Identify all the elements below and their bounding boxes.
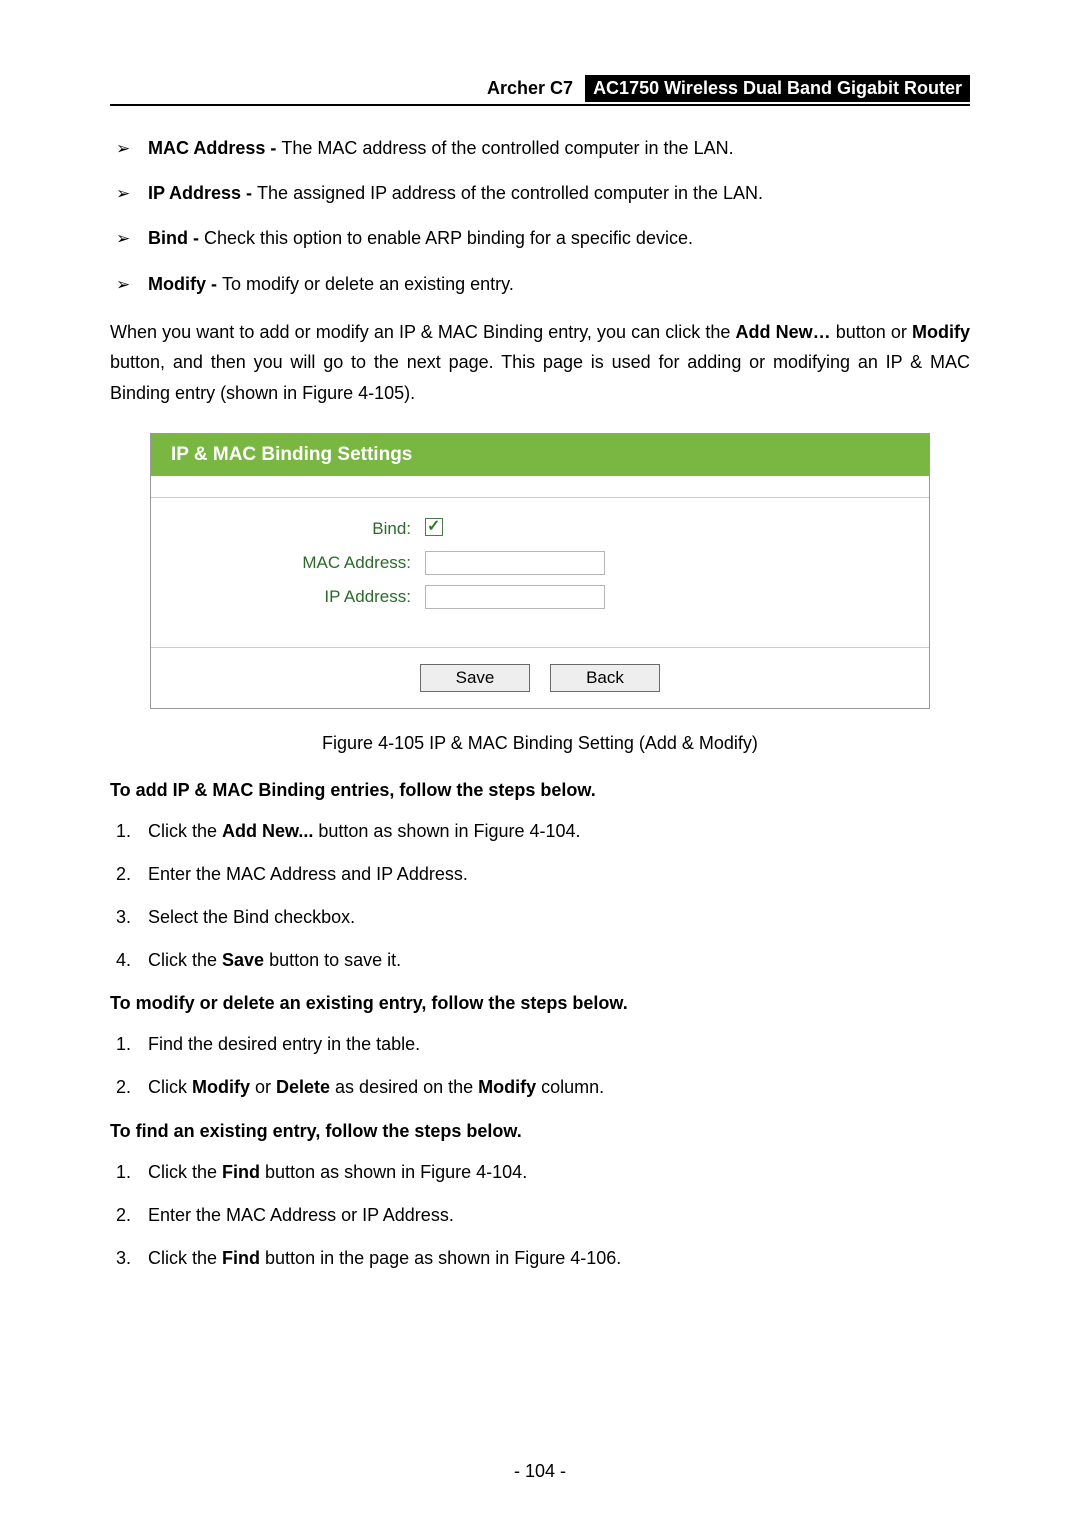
text: column.: [536, 1077, 604, 1097]
bind-checkbox[interactable]: [425, 518, 443, 536]
list-item: Modify - To modify or delete an existing…: [110, 272, 970, 297]
bind-label: Bind:: [175, 519, 425, 539]
form-row-mac: MAC Address:: [175, 551, 905, 575]
text: Click the: [148, 1162, 222, 1182]
figure-caption: Figure 4-105 IP & MAC Binding Setting (A…: [110, 733, 970, 754]
text-bold: Modify: [192, 1077, 250, 1097]
list-item: Bind - Check this option to enable ARP b…: [110, 226, 970, 251]
bullet-text: The MAC address of the controlled comput…: [281, 138, 733, 158]
section-heading-find: To find an existing entry, follow the st…: [110, 1121, 970, 1142]
intro-paragraph: When you want to add or modify an IP & M…: [110, 317, 970, 409]
text-bold: Add New…: [735, 322, 830, 342]
text: Click: [148, 1077, 192, 1097]
text: Click the: [148, 950, 222, 970]
list-item: Enter the MAC Address or IP Address.: [110, 1203, 970, 1228]
ip-label: IP Address:: [175, 587, 425, 607]
list-item: Click the Find button in the page as sho…: [110, 1246, 970, 1271]
section-heading-modify: To modify or delete an existing entry, f…: [110, 993, 970, 1014]
text: as desired on the: [330, 1077, 478, 1097]
find-steps-list: Click the Find button as shown in Figure…: [110, 1160, 970, 1272]
ip-control: [425, 585, 605, 609]
text: Enter the MAC Address or IP Address.: [148, 1205, 454, 1225]
text-bold: Save: [222, 950, 264, 970]
mac-control: [425, 551, 605, 575]
bind-control: [425, 518, 443, 541]
text: Select the Bind checkbox.: [148, 907, 355, 927]
bullet-label: MAC Address -: [148, 138, 281, 158]
list-item: Click Modify or Delete as desired on the…: [110, 1075, 970, 1100]
list-item: Find the desired entry in the table.: [110, 1032, 970, 1057]
list-item: MAC Address - The MAC address of the con…: [110, 136, 970, 161]
text: button, and then you will go to the next…: [110, 352, 970, 403]
settings-panel-figure: IP & MAC Binding Settings Bind: MAC Addr…: [150, 433, 930, 709]
spacer: [151, 476, 929, 498]
list-item: Click the Save button to save it.: [110, 948, 970, 973]
section-heading-add: To add IP & MAC Binding entries, follow …: [110, 780, 970, 801]
text: When you want to add or modify an IP & M…: [110, 322, 735, 342]
text-bold: Modify: [478, 1077, 536, 1097]
save-button[interactable]: Save: [420, 664, 530, 692]
page-number: - 104 -: [0, 1461, 1080, 1482]
modify-steps-list: Find the desired entry in the table. Cli…: [110, 1032, 970, 1100]
text: button in the page as shown in Figure 4-…: [260, 1248, 621, 1268]
list-item: Enter the MAC Address and IP Address.: [110, 862, 970, 887]
text: Click the: [148, 821, 222, 841]
list-item: IP Address - The assigned IP address of …: [110, 181, 970, 206]
product-label: AC1750 Wireless Dual Band Gigabit Router: [585, 75, 970, 102]
bullet-label: Modify -: [148, 274, 222, 294]
text: Enter the MAC Address and IP Address.: [148, 864, 468, 884]
mac-label: MAC Address:: [175, 553, 425, 573]
panel-body: Bind: MAC Address: IP Address:: [151, 498, 929, 648]
text: button as shown in Figure 4-104.: [313, 821, 580, 841]
list-item: Select the Bind checkbox.: [110, 905, 970, 930]
text: Click the: [148, 1248, 222, 1268]
text: Find the desired entry in the table.: [148, 1034, 420, 1054]
model-label: Archer C7: [479, 75, 581, 102]
text-bold: Find: [222, 1162, 260, 1182]
text: button to save it.: [264, 950, 401, 970]
mac-address-input[interactable]: [425, 551, 605, 575]
bullet-text: To modify or delete an existing entry.: [222, 274, 514, 294]
bullet-label: Bind -: [148, 228, 204, 248]
text: or: [250, 1077, 276, 1097]
ip-address-input[interactable]: [425, 585, 605, 609]
form-row-ip: IP Address:: [175, 585, 905, 609]
text-bold: Add New...: [222, 821, 313, 841]
panel-footer: Save Back: [151, 648, 929, 708]
feature-bullet-list: MAC Address - The MAC address of the con…: [110, 136, 970, 297]
bullet-text: Check this option to enable ARP binding …: [204, 228, 693, 248]
panel-title: IP & MAC Binding Settings: [151, 434, 929, 476]
back-button[interactable]: Back: [550, 664, 660, 692]
add-steps-list: Click the Add New... button as shown in …: [110, 819, 970, 974]
text-bold: Find: [222, 1248, 260, 1268]
bullet-label: IP Address -: [148, 183, 257, 203]
text-bold: Modify: [912, 322, 970, 342]
list-item: Click the Find button as shown in Figure…: [110, 1160, 970, 1185]
document-header: Archer C7 AC1750 Wireless Dual Band Giga…: [110, 75, 970, 106]
list-item: Click the Add New... button as shown in …: [110, 819, 970, 844]
text-bold: Delete: [276, 1077, 330, 1097]
text: button as shown in Figure 4-104.: [260, 1162, 527, 1182]
form-row-bind: Bind:: [175, 518, 905, 541]
text: button or: [831, 322, 912, 342]
bullet-text: The assigned IP address of the controlle…: [257, 183, 763, 203]
